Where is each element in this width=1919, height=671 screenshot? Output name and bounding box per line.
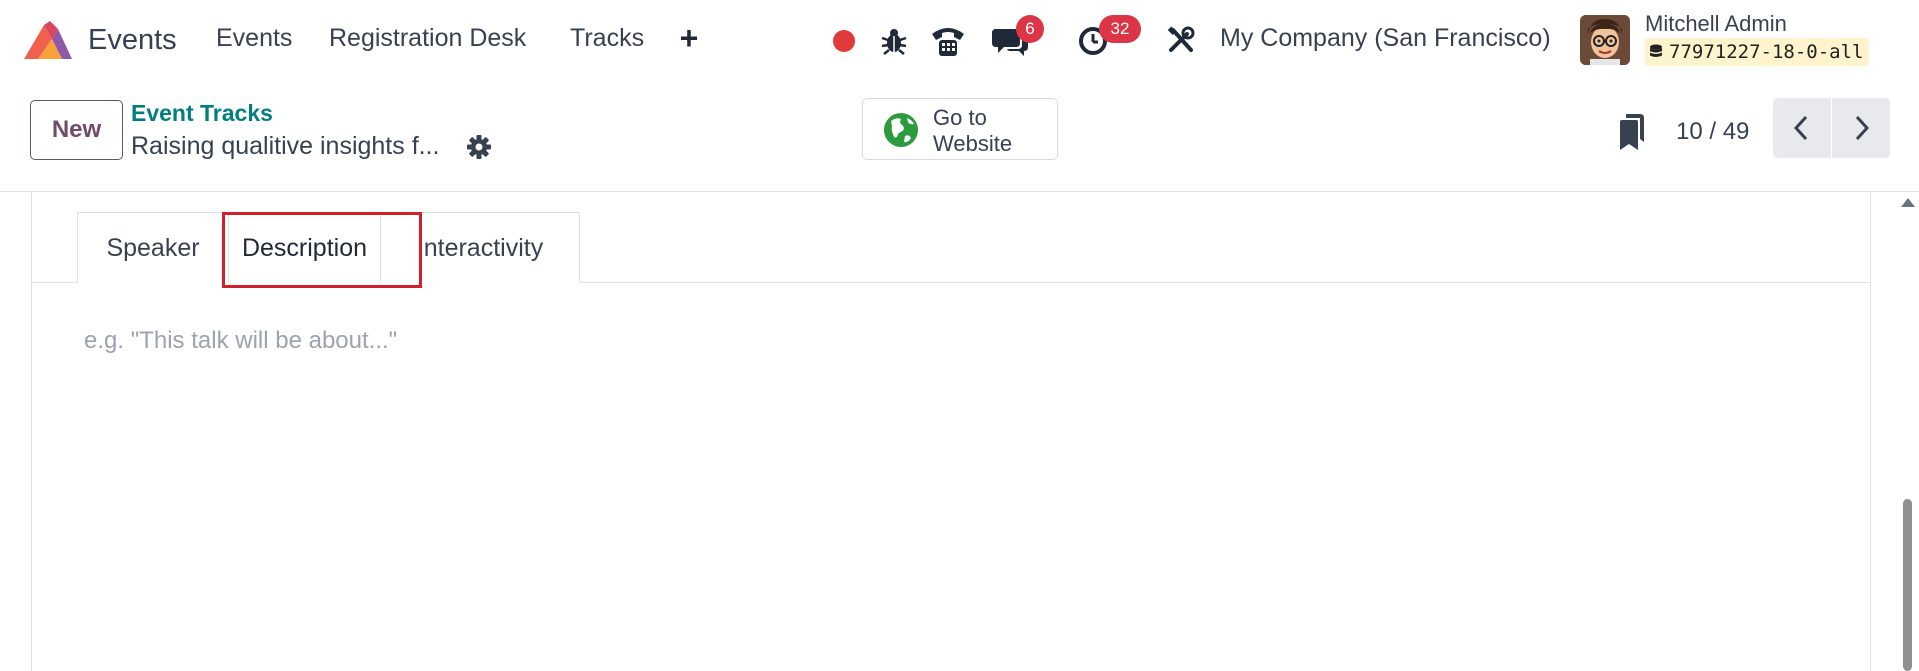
- pager-value[interactable]: 10 / 49: [1676, 118, 1749, 146]
- go-to-website-button[interactable]: Go to Website: [862, 98, 1058, 160]
- user-avatar[interactable]: [1580, 15, 1630, 65]
- gear-icon[interactable]: [466, 134, 492, 160]
- tab-speaker[interactable]: Speaker: [77, 212, 229, 283]
- bug-icon[interactable]: [880, 26, 908, 56]
- go-to-website-label: Go to Website: [933, 105, 1013, 156]
- record-title: Raising qualitive insights f...: [131, 132, 440, 160]
- top-navbar: Events Events Registration Desk Tracks +…: [0, 0, 1919, 82]
- tab-interactivity[interactable]: Interactivity: [380, 212, 580, 283]
- new-button[interactable]: New: [30, 100, 123, 160]
- tab-description[interactable]: Description: [228, 212, 381, 283]
- phone-icon[interactable]: [930, 24, 966, 58]
- chevron-right-icon: [1855, 115, 1870, 141]
- avatar-face-icon: [1580, 15, 1630, 65]
- page-scrollbar[interactable]: [1896, 192, 1919, 671]
- events-logo-icon: [24, 21, 72, 59]
- database-name: 77971227-18-0-all: [1669, 41, 1864, 63]
- form-sheet: Speaker Description Interactivity e.g. "…: [31, 192, 1871, 671]
- menu-item-registration-desk[interactable]: Registration Desk: [329, 24, 526, 53]
- description-editor[interactable]: e.g. "This talk will be about...": [84, 327, 397, 355]
- app-name[interactable]: Events: [88, 24, 177, 57]
- database-chip: 77971227-18-0-all: [1645, 38, 1870, 66]
- scroll-up-arrow-icon[interactable]: [1901, 198, 1915, 207]
- scroll-thumb[interactable]: [1903, 499, 1912, 671]
- pager-previous-button[interactable]: [1773, 98, 1831, 158]
- menu-item-events[interactable]: Events: [216, 24, 292, 53]
- user-name[interactable]: Mitchell Admin: [1645, 11, 1787, 37]
- database-icon: [1650, 44, 1662, 57]
- messages-count-badge: 6: [1016, 15, 1044, 43]
- chevron-left-icon: [1793, 115, 1808, 141]
- menu-item-tracks[interactable]: Tracks: [570, 24, 644, 53]
- pager-next-button[interactable]: [1832, 98, 1890, 158]
- activities-count-badge: 32: [1099, 15, 1141, 43]
- company-switcher[interactable]: My Company (San Francisco): [1220, 24, 1551, 53]
- control-panel: New Event Tracks Raising qualitive insig…: [0, 82, 1919, 192]
- plus-icon[interactable]: +: [674, 20, 704, 56]
- tools-icon[interactable]: [1167, 26, 1195, 54]
- record-icon[interactable]: [832, 29, 856, 53]
- breadcrumb-event-tracks[interactable]: Event Tracks: [131, 100, 273, 127]
- bookmark-icon[interactable]: [1618, 114, 1644, 150]
- app-brand[interactable]: Events: [22, 18, 177, 64]
- globe-icon: [884, 113, 918, 147]
